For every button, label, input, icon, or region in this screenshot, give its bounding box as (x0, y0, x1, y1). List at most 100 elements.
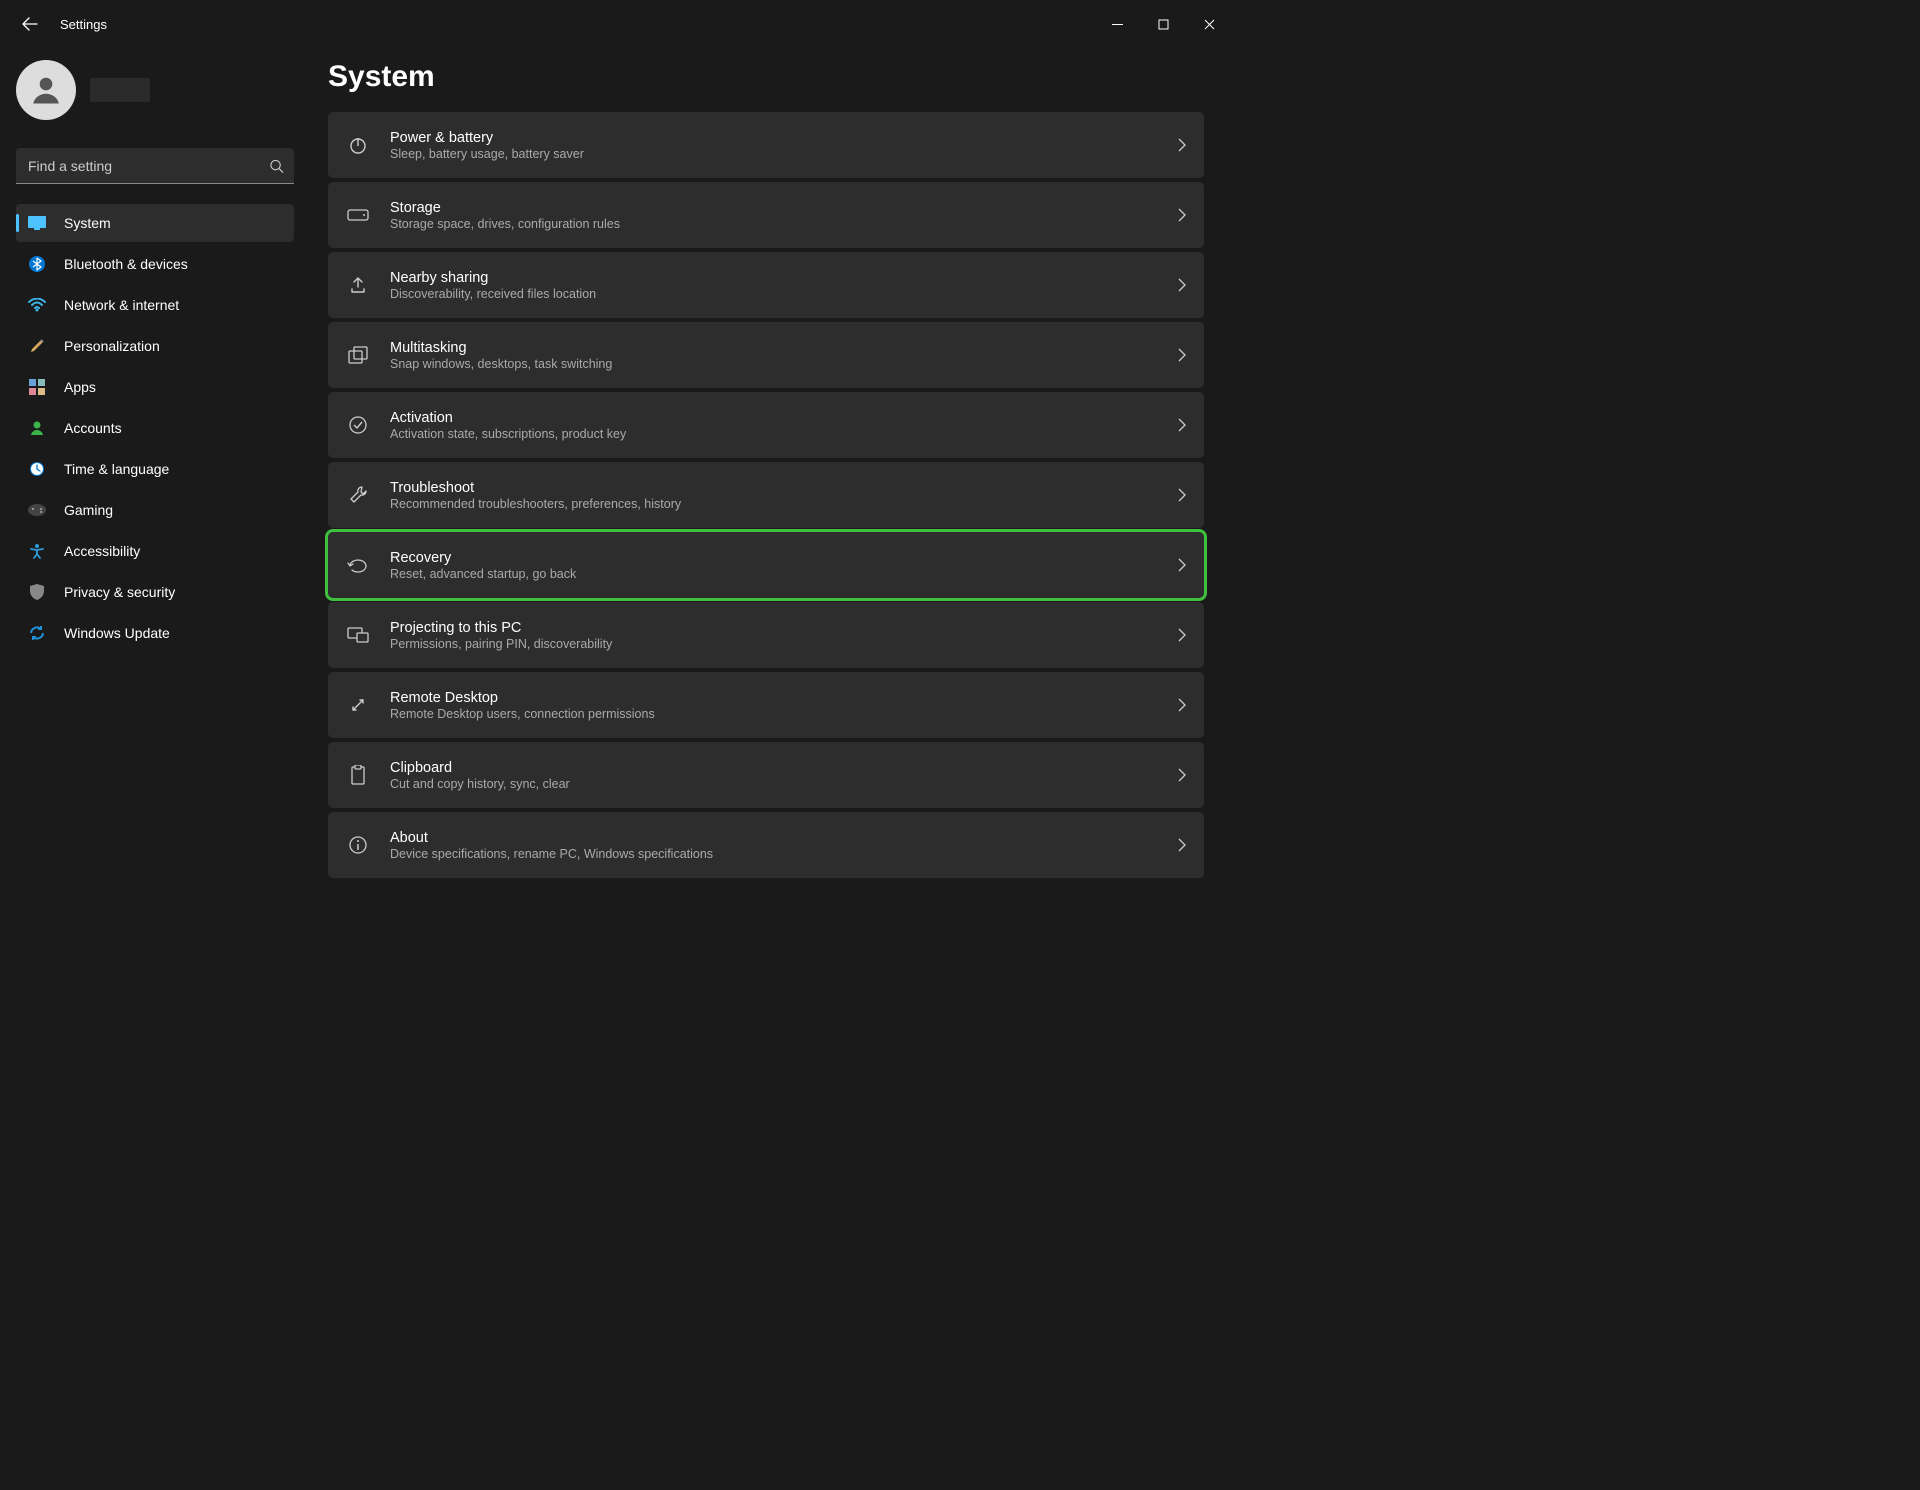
maximize-button[interactable] (1140, 0, 1186, 48)
back-button[interactable] (20, 14, 40, 34)
nav-label: Accounts (64, 420, 122, 436)
chevron-right-icon (1178, 838, 1186, 852)
info-icon (346, 835, 370, 855)
card-subtitle: Cut and copy history, sync, clear (390, 777, 1158, 791)
chevron-right-icon (1178, 418, 1186, 432)
remote-icon (346, 695, 370, 715)
card-subtitle: Storage space, drives, configuration rul… (390, 217, 1158, 231)
search-icon (269, 159, 284, 174)
close-icon (1204, 19, 1215, 30)
nav-list: System Bluetooth & devices Network & int… (16, 204, 294, 652)
wrench-icon (346, 485, 370, 505)
nav-label: Privacy & security (64, 584, 175, 600)
search-input[interactable] (16, 148, 294, 184)
nav-item-network[interactable]: Network & internet (16, 286, 294, 324)
nav-item-update[interactable]: Windows Update (16, 614, 294, 652)
nav-item-accounts[interactable]: Accounts (16, 409, 294, 447)
chevron-right-icon (1178, 488, 1186, 502)
card-about[interactable]: About Device specifications, rename PC, … (328, 812, 1204, 878)
account-icon (28, 419, 46, 437)
back-arrow-icon (22, 16, 38, 32)
card-power[interactable]: Power & battery Sleep, battery usage, ba… (328, 112, 1204, 178)
card-troubleshoot[interactable]: Troubleshoot Recommended troubleshooters… (328, 462, 1204, 528)
nav-label: Gaming (64, 502, 113, 518)
close-button[interactable] (1186, 0, 1232, 48)
card-title: Nearby sharing (390, 270, 1158, 286)
minimize-icon (1112, 19, 1123, 30)
maximize-icon (1158, 19, 1169, 30)
avatar (16, 60, 76, 120)
card-storage[interactable]: Storage Storage space, drives, configura… (328, 182, 1204, 248)
nav-label: Apps (64, 379, 96, 395)
card-title: Recovery (390, 550, 1158, 566)
share-icon (346, 275, 370, 295)
card-multitasking[interactable]: Multitasking Snap windows, desktops, tas… (328, 322, 1204, 388)
nav-item-privacy[interactable]: Privacy & security (16, 573, 294, 611)
chevron-right-icon (1178, 348, 1186, 362)
card-activation[interactable]: Activation Activation state, subscriptio… (328, 392, 1204, 458)
card-subtitle: Sleep, battery usage, battery saver (390, 147, 1158, 161)
nav-label: Personalization (64, 338, 160, 354)
card-title: Clipboard (390, 760, 1158, 776)
profile-section[interactable] (16, 60, 294, 120)
update-icon (28, 624, 46, 642)
card-title: Projecting to this PC (390, 620, 1158, 636)
nav-item-gaming[interactable]: Gaming (16, 491, 294, 529)
apps-icon (28, 378, 46, 396)
page-title: System (328, 60, 1204, 94)
card-remote[interactable]: Remote Desktop Remote Desktop users, con… (328, 672, 1204, 738)
card-title: Multitasking (390, 340, 1158, 356)
nav-item-time[interactable]: Time & language (16, 450, 294, 488)
card-subtitle: Device specifications, rename PC, Window… (390, 847, 1158, 861)
card-recovery[interactable]: Recovery Reset, advanced startup, go bac… (328, 532, 1204, 598)
main-content: System Power & battery Sleep, battery us… (310, 48, 1232, 956)
chevron-right-icon (1178, 628, 1186, 642)
nav-label: System (64, 215, 111, 231)
nav-label: Bluetooth & devices (64, 256, 188, 272)
shield-icon (28, 583, 46, 601)
person-icon (28, 72, 64, 108)
card-clipboard[interactable]: Clipboard Cut and copy history, sync, cl… (328, 742, 1204, 808)
card-title: Troubleshoot (390, 480, 1158, 496)
nav-label: Network & internet (64, 297, 179, 313)
card-subtitle: Remote Desktop users, connection permiss… (390, 707, 1158, 721)
card-nearby[interactable]: Nearby sharing Discoverability, received… (328, 252, 1204, 318)
chevron-right-icon (1178, 208, 1186, 222)
nav-item-apps[interactable]: Apps (16, 368, 294, 406)
search-box[interactable] (16, 148, 294, 184)
check-circle-icon (346, 415, 370, 435)
clipboard-icon (346, 765, 370, 785)
multitask-icon (346, 346, 370, 364)
card-title: Power & battery (390, 130, 1158, 146)
nav-item-accessibility[interactable]: Accessibility (16, 532, 294, 570)
card-subtitle: Recommended troubleshooters, preferences… (390, 497, 1158, 511)
project-icon (346, 627, 370, 643)
wifi-icon (28, 296, 46, 314)
nav-label: Time & language (64, 461, 169, 477)
card-subtitle: Snap windows, desktops, task switching (390, 357, 1158, 371)
nav-item-bluetooth[interactable]: Bluetooth & devices (16, 245, 294, 283)
brush-icon (28, 337, 46, 355)
nav-item-system[interactable]: System (16, 204, 294, 242)
card-subtitle: Permissions, pairing PIN, discoverabilit… (390, 637, 1158, 651)
accessibility-icon (28, 542, 46, 560)
card-projecting[interactable]: Projecting to this PC Permissions, pairi… (328, 602, 1204, 668)
gaming-icon (28, 501, 46, 519)
card-subtitle: Activation state, subscriptions, product… (390, 427, 1158, 441)
bluetooth-icon (28, 255, 46, 273)
chevron-right-icon (1178, 768, 1186, 782)
minimize-button[interactable] (1094, 0, 1140, 48)
card-subtitle: Reset, advanced startup, go back (390, 567, 1158, 581)
power-icon (346, 135, 370, 155)
card-title: Remote Desktop (390, 690, 1158, 706)
chevron-right-icon (1178, 698, 1186, 712)
sidebar: System Bluetooth & devices Network & int… (0, 48, 310, 956)
clock-icon (28, 460, 46, 478)
nav-item-personalization[interactable]: Personalization (16, 327, 294, 365)
storage-icon (346, 209, 370, 221)
profile-name-redacted (90, 78, 150, 102)
card-title: Storage (390, 200, 1158, 216)
card-subtitle: Discoverability, received files location (390, 287, 1158, 301)
card-title: Activation (390, 410, 1158, 426)
chevron-right-icon (1178, 558, 1186, 572)
